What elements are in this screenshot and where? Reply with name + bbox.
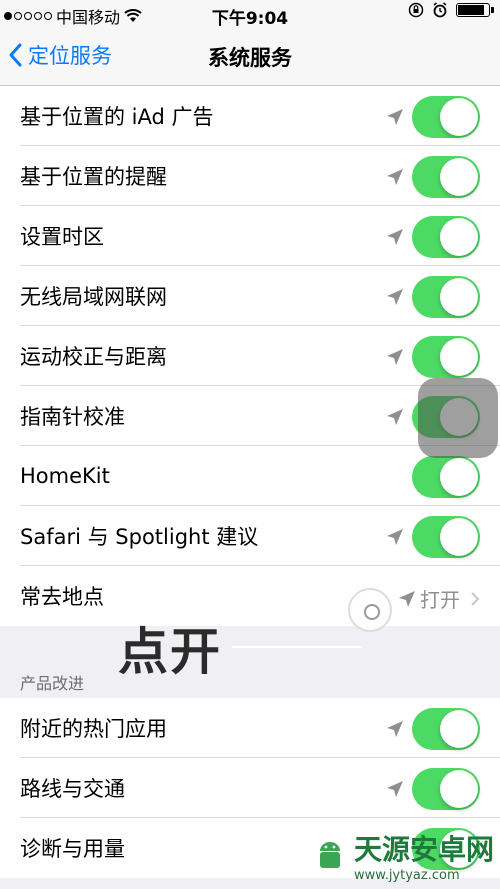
location-arrow-icon — [387, 349, 403, 365]
android-logo-icon — [319, 841, 340, 868]
location-arrow-icon — [387, 529, 403, 545]
detail-value: 打开 — [398, 584, 480, 613]
location-arrow-icon — [387, 229, 403, 245]
toggle-popular-near-me[interactable] — [412, 708, 480, 750]
watermark-name: 天源安卓网 — [353, 833, 494, 866]
toggle-wifi-networking[interactable] — [412, 276, 480, 318]
list-item-iad: 基于位置的 iAd 广告 — [0, 86, 500, 146]
location-arrow-icon — [387, 409, 403, 425]
list-item-motion-calibration: 运动校正与距离 — [0, 326, 500, 386]
section-header: 产品改进 — [20, 674, 85, 693]
alarm-icon — [433, 2, 447, 18]
list-item-timezone: 设置时区 — [0, 206, 500, 266]
location-arrow-icon — [387, 289, 403, 305]
chevron-right-icon — [471, 591, 480, 606]
list-item-safari-spotlight: Safari 与 Spotlight 建议 — [0, 506, 500, 566]
location-arrow-icon — [387, 781, 403, 797]
detail-label: 打开 — [420, 588, 460, 612]
list-item-frequent-locations[interactable]: 常去地点 打开 — [0, 566, 500, 626]
toggle-motion-calibration[interactable] — [412, 336, 480, 378]
toggle-timezone[interactable] — [412, 216, 480, 258]
toggle-reminders[interactable] — [412, 156, 480, 198]
annotation-text: 点开 — [118, 623, 222, 681]
location-arrow-icon — [387, 109, 403, 125]
list-item-routing-traffic: 路线与交通 — [0, 758, 500, 818]
toggle-routing-traffic[interactable] — [412, 768, 480, 810]
rotation-lock-icon — [408, 2, 424, 18]
location-arrow-icon — [387, 169, 403, 185]
list-item-wifi-networking: 无线局域网联网 — [0, 266, 500, 326]
toggle-homekit[interactable] — [412, 456, 480, 498]
system-services-list: 基于位置的 iAd 广告 基于位置的提醒 设置时区 无线局域网联网 运动校正与距… — [0, 86, 500, 626]
watermark: 天源安卓网 www.jytyaz.com — [312, 828, 494, 883]
status-bar: 中国移动 下午9:04 — [0, 0, 500, 29]
list-item-popular-near-me: 附近的热门应用 — [0, 698, 500, 758]
assistive-touch-button[interactable] — [418, 378, 498, 458]
list-item-homekit: HomeKit — [0, 446, 500, 506]
toggle-safari-spotlight[interactable] — [412, 516, 480, 558]
toggle-iad[interactable] — [412, 96, 480, 138]
annotation-pointer-line — [232, 646, 362, 648]
location-arrow-icon — [387, 721, 403, 737]
navigation-bar: 定位服务 系统服务 — [0, 28, 500, 86]
watermark-url: www.jytyaz.com — [353, 868, 460, 883]
status-right — [408, 2, 494, 18]
page-title: 系统服务 — [208, 46, 292, 70]
battery-icon — [456, 3, 494, 17]
location-arrow-icon — [399, 590, 415, 607]
list-item-reminders: 基于位置的提醒 — [0, 146, 500, 206]
annotation-tap-marker — [348, 588, 392, 632]
